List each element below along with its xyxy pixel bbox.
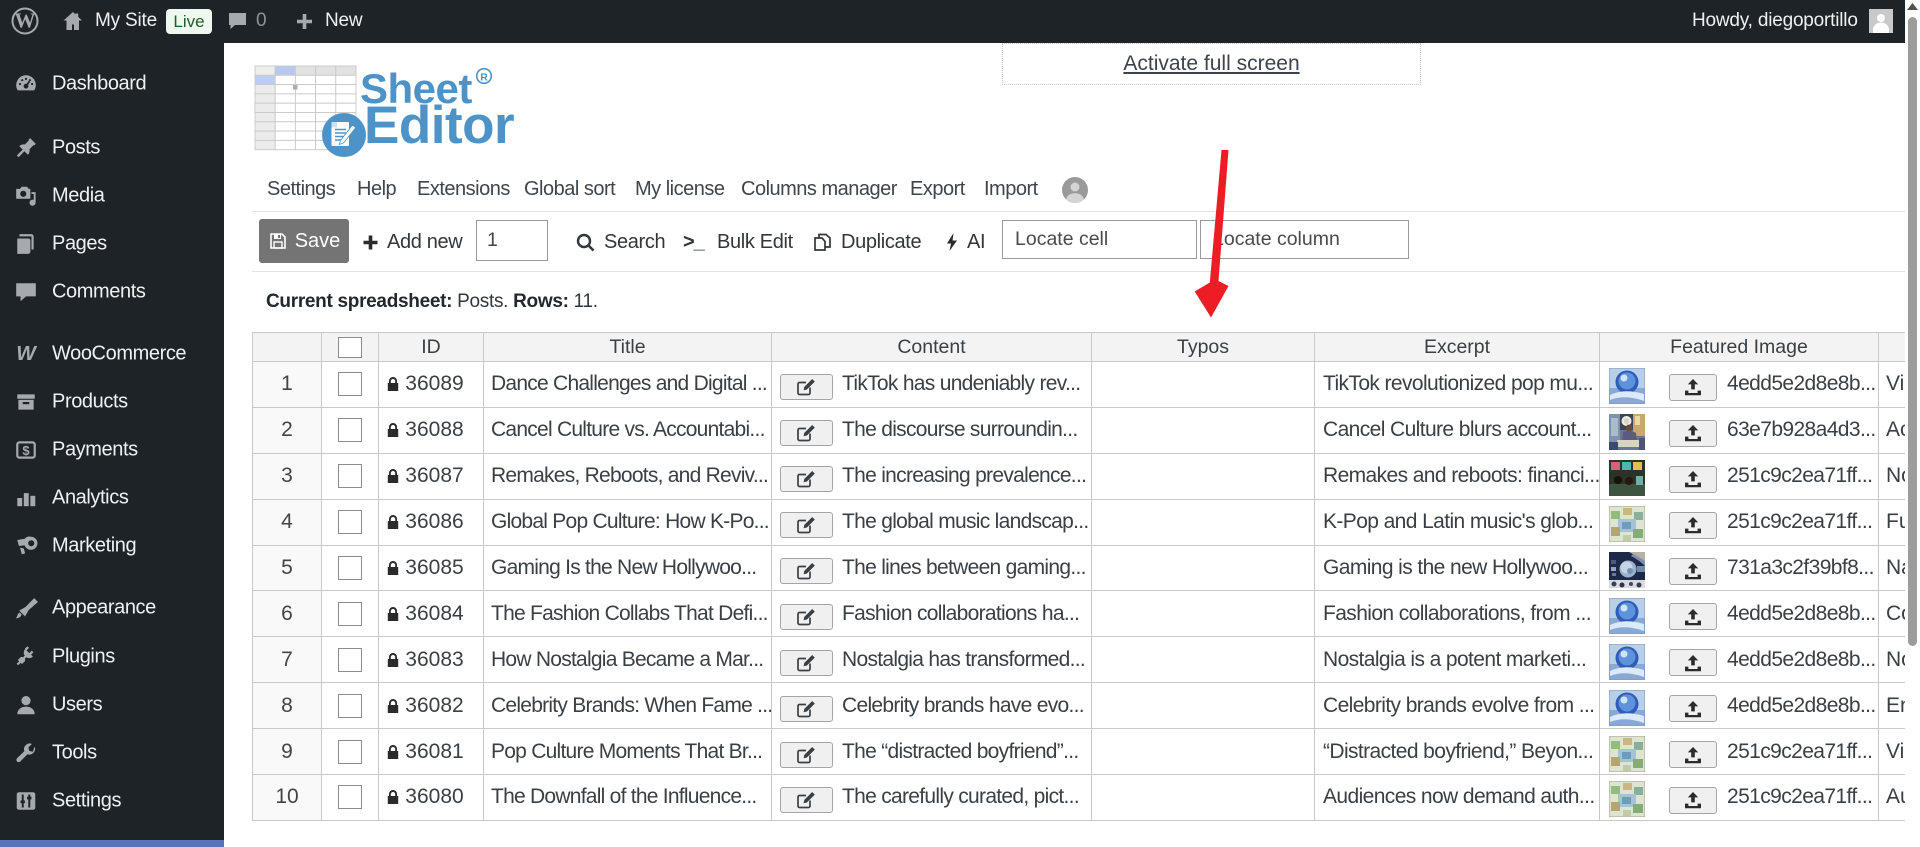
svg-text:R: R [480,72,488,84]
svg-text:W: W [16,342,38,365]
svg-text:$: $ [22,443,30,458]
svg-text:W: W [15,9,36,33]
svg-text:Editor: Editor [364,96,514,155]
